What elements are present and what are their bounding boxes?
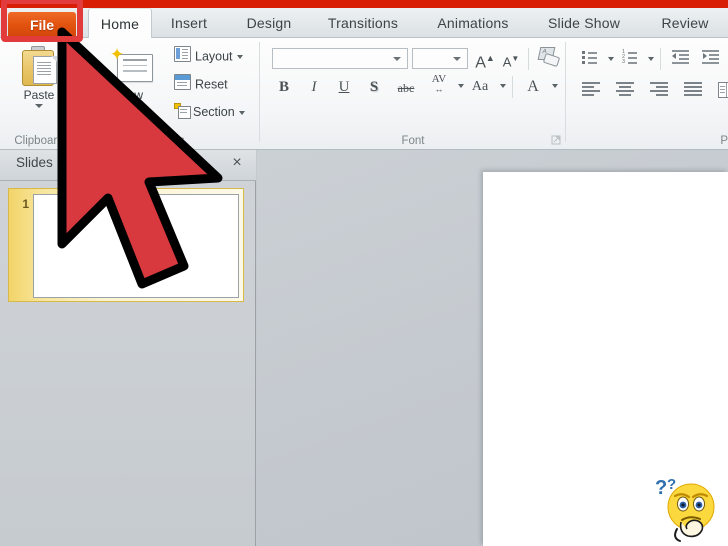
reset-icon [174, 74, 191, 96]
paste-button[interactable]: Paste [10, 46, 68, 108]
reset-button-label: Reset [195, 77, 228, 92]
justify-button[interactable] [684, 82, 702, 101]
tab-slide-show[interactable]: Slide Show [536, 8, 632, 38]
close-icon[interactable]: × [228, 154, 246, 172]
increase-indent-button[interactable] [702, 50, 719, 69]
tab-transitions[interactable]: Transitions [316, 8, 410, 38]
new-slide-button[interactable]: ✦ New [96, 46, 166, 108]
group-label-clipboard: Clipboard [14, 135, 64, 147]
strikethrough-button[interactable]: abc [392, 78, 420, 98]
character-spacing-dropdown-arrow[interactable] [458, 84, 464, 88]
section-dropdown-arrow[interactable] [238, 110, 245, 115]
ribbon-group-paragraph: 1 2 3 P [566, 38, 728, 149]
change-case-button[interactable]: Aa [466, 76, 494, 98]
font-name-combo[interactable] [272, 48, 408, 69]
shrink-font-button[interactable]: A▼ [500, 49, 522, 72]
slides-pane-header: Slides × [0, 150, 256, 181]
numbering-dropdown-arrow[interactable] [648, 57, 654, 61]
chevron-down-icon[interactable] [393, 56, 401, 61]
underline-button[interactable]: U [334, 76, 354, 98]
decrease-indent-icon [672, 50, 689, 64]
tab-insert[interactable]: Insert [158, 8, 220, 38]
decrease-indent-button[interactable] [672, 50, 689, 69]
change-case-dropdown-arrow[interactable] [500, 84, 506, 88]
tab-file[interactable]: File [8, 12, 76, 38]
powerpoint-window: File Home Insert Design Transitions Anim… [0, 0, 728, 546]
slide-thumbnail-preview[interactable] [33, 194, 239, 298]
toolbar-divider [528, 48, 529, 70]
clipboard-icon [20, 46, 58, 86]
group-label-slides: Slides [153, 135, 185, 147]
ribbon-group-font: A▲ A▼ A B I U S abc AV ↔ Aa A Font [260, 38, 566, 149]
workspace: Slides × 1 [0, 150, 728, 546]
align-right-button[interactable] [650, 82, 668, 101]
justify-icon [684, 82, 702, 96]
grow-font-button[interactable]: A▲ [474, 47, 496, 74]
bullets-dropdown-arrow[interactable] [608, 57, 614, 61]
title-bar-band [0, 0, 728, 8]
chevron-down-icon[interactable] [453, 56, 461, 61]
group-label-paragraph: P [720, 135, 728, 147]
toolbar-divider [660, 48, 661, 70]
bold-button[interactable]: B [274, 76, 294, 98]
columns-button[interactable] [718, 82, 728, 103]
new-slide-button-label: New [118, 88, 143, 102]
layout-dropdown-arrow[interactable] [236, 55, 243, 59]
slides-pane: Slides × 1 [0, 150, 256, 546]
ribbon-tab-strip: File Home Insert Design Transitions Anim… [0, 8, 728, 38]
section-button[interactable]: Section [174, 102, 245, 122]
eraser-icon: A [537, 47, 561, 68]
bullets-icon [582, 50, 598, 64]
ribbon-group-slides: ✦ New Layout Reset Section Slides [78, 38, 260, 149]
font-color-button[interactable]: A [522, 76, 544, 98]
text-shadow-button[interactable]: S [364, 76, 384, 98]
slides-pane-tab[interactable]: Slides [16, 155, 53, 170]
toolbar-divider [512, 76, 513, 98]
reset-button[interactable]: Reset [174, 74, 228, 94]
layout-button[interactable]: Layout [174, 46, 243, 66]
columns-icon [718, 82, 728, 98]
list-item[interactable]: 1 [8, 188, 244, 302]
ribbon: Paste Clipboard ✦ New Layout Reset Secti… [0, 38, 728, 150]
clear-formatting-button[interactable]: A [536, 47, 561, 69]
tab-animations[interactable]: Animations [426, 8, 520, 38]
character-spacing-button[interactable]: AV ↔ [426, 74, 452, 98]
numbering-icon: 1 2 3 [622, 49, 638, 65]
tab-design[interactable]: Design [236, 8, 302, 38]
slide-number: 1 [22, 197, 29, 211]
layout-icon [174, 46, 191, 68]
section-button-label: Section [193, 105, 235, 119]
slide-thumbnail-list: 1 [8, 188, 244, 302]
grow-font-label: A [475, 54, 486, 72]
spacing-arrows-icon: ↔ [434, 84, 444, 94]
tab-home[interactable]: Home [88, 8, 152, 38]
section-icon [174, 102, 191, 123]
italic-button[interactable]: I [304, 76, 324, 98]
font-color-dropdown-arrow[interactable] [552, 84, 558, 88]
new-slide-dropdown-arrow[interactable] [127, 104, 135, 108]
align-left-button[interactable] [582, 82, 600, 101]
font-size-combo[interactable] [412, 48, 468, 69]
dialog-launcher-icon[interactable] [551, 135, 562, 146]
paste-button-label: Paste [23, 88, 55, 102]
bullets-button[interactable] [582, 50, 598, 69]
numbering-button[interactable]: 1 2 3 [622, 49, 638, 69]
thinking-face-emoji: ? ? [648, 470, 720, 542]
ribbon-group-clipboard: Paste Clipboard [0, 38, 78, 149]
tab-review[interactable]: Review [646, 8, 724, 38]
align-right-icon [650, 82, 668, 96]
align-center-button[interactable] [616, 82, 634, 101]
question-marks-glyph: ? [655, 477, 667, 499]
new-slide-icon: ✦ [107, 46, 155, 86]
layout-button-label: Layout [195, 49, 233, 64]
align-left-icon [582, 82, 600, 96]
align-center-icon [616, 82, 634, 96]
paste-dropdown-arrow[interactable] [35, 104, 43, 108]
increase-indent-icon [702, 50, 719, 64]
group-label-font: Font [401, 135, 425, 147]
